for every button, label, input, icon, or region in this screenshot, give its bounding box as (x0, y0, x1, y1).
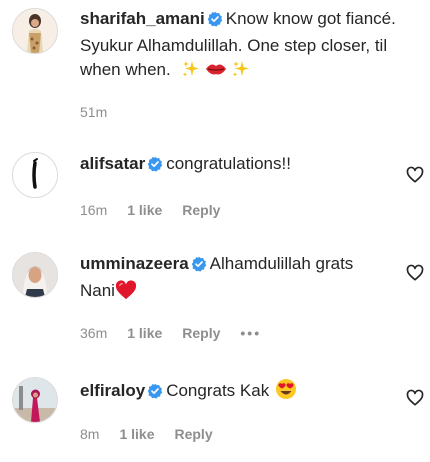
likes-count[interactable]: 1 like (127, 202, 162, 218)
verified-badge-icon (207, 10, 223, 34)
like-heart-icon[interactable] (406, 389, 424, 407)
comment-text-block: alifsatar congratulations!! (80, 152, 390, 179)
comment-text-block: elfiraloy Congrats Kak (80, 378, 390, 407)
timestamp[interactable]: 16m (80, 202, 107, 218)
comment-meta: 8m 1 like Reply (80, 426, 233, 442)
comment-meta: 16m 1 like Reply (80, 202, 240, 218)
verified-badge-icon (147, 155, 163, 179)
reply-button[interactable]: Reply (182, 202, 220, 218)
lips-icon (205, 59, 227, 86)
comment-meta: 51m (80, 104, 127, 120)
timestamp[interactable]: 51m (80, 104, 107, 120)
caption-text-block: sharifah_amani Know know got fiancé. Syuk… (80, 7, 400, 86)
comment-text: congratulations!! (166, 154, 291, 173)
avatar[interactable] (12, 377, 58, 423)
reply-button[interactable]: Reply (182, 325, 220, 341)
comment-text: Congrats Kak (166, 381, 270, 400)
verified-badge-icon (147, 382, 163, 406)
more-options-icon[interactable]: ••• (240, 325, 261, 341)
avatar[interactable] (12, 152, 58, 198)
avatar[interactable] (12, 8, 58, 54)
likes-count[interactable]: 1 like (127, 325, 162, 341)
comment-item: umminazeera Alhamdulillah grats Nani 36m 1… (0, 240, 430, 350)
timestamp[interactable]: 8m (80, 426, 99, 442)
reply-button[interactable]: Reply (174, 426, 212, 442)
heart-eyes-icon (275, 378, 297, 407)
caption: sharifah_amani Know know got fiancé. Syuk… (0, 0, 430, 130)
comment-item: elfiraloy Congrats Kak 8m 1 like Reply (0, 365, 430, 462)
avatar[interactable] (12, 252, 58, 298)
username[interactable]: elfiraloy (80, 381, 145, 400)
like-heart-icon[interactable] (406, 166, 424, 184)
timestamp[interactable]: 36m (80, 325, 107, 341)
verified-badge-icon (191, 255, 207, 279)
red-heart-icon (115, 280, 137, 307)
username[interactable]: umminazeera (80, 254, 189, 273)
comment-meta: 36m 1 like Reply ••• (80, 325, 281, 341)
likes-count[interactable]: 1 like (119, 426, 154, 442)
sparkles-icon (231, 59, 251, 86)
comment-text-block: umminazeera Alhamdulillah grats Nani (80, 252, 390, 307)
username[interactable]: alifsatar (80, 154, 145, 173)
sparkles-icon (181, 59, 201, 86)
comment-item: alifsatar congratulations!! 16m 1 like Repl… (0, 140, 430, 230)
like-heart-icon[interactable] (406, 264, 424, 282)
username[interactable]: sharifah_amani (80, 9, 205, 28)
